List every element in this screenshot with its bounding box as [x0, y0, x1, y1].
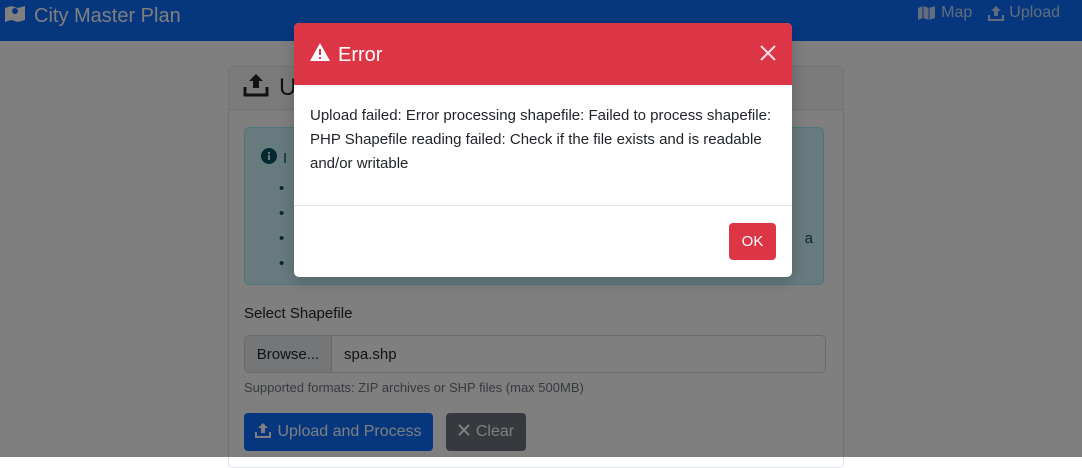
- modal-title-text: Error: [338, 43, 383, 66]
- error-message: Upload failed: Error processing shapefil…: [310, 107, 772, 172]
- modal-header: Error: [294, 23, 792, 85]
- ok-button[interactable]: OK: [729, 223, 776, 260]
- close-icon[interactable]: [758, 43, 778, 63]
- modal-title: Error: [310, 43, 382, 67]
- error-modal: Error Upload failed: Error processing sh…: [294, 23, 792, 277]
- modal-footer: OK: [294, 206, 792, 276]
- modal-body: Upload failed: Error processing shapefil…: [294, 85, 792, 206]
- warning-triangle-icon: [310, 43, 330, 67]
